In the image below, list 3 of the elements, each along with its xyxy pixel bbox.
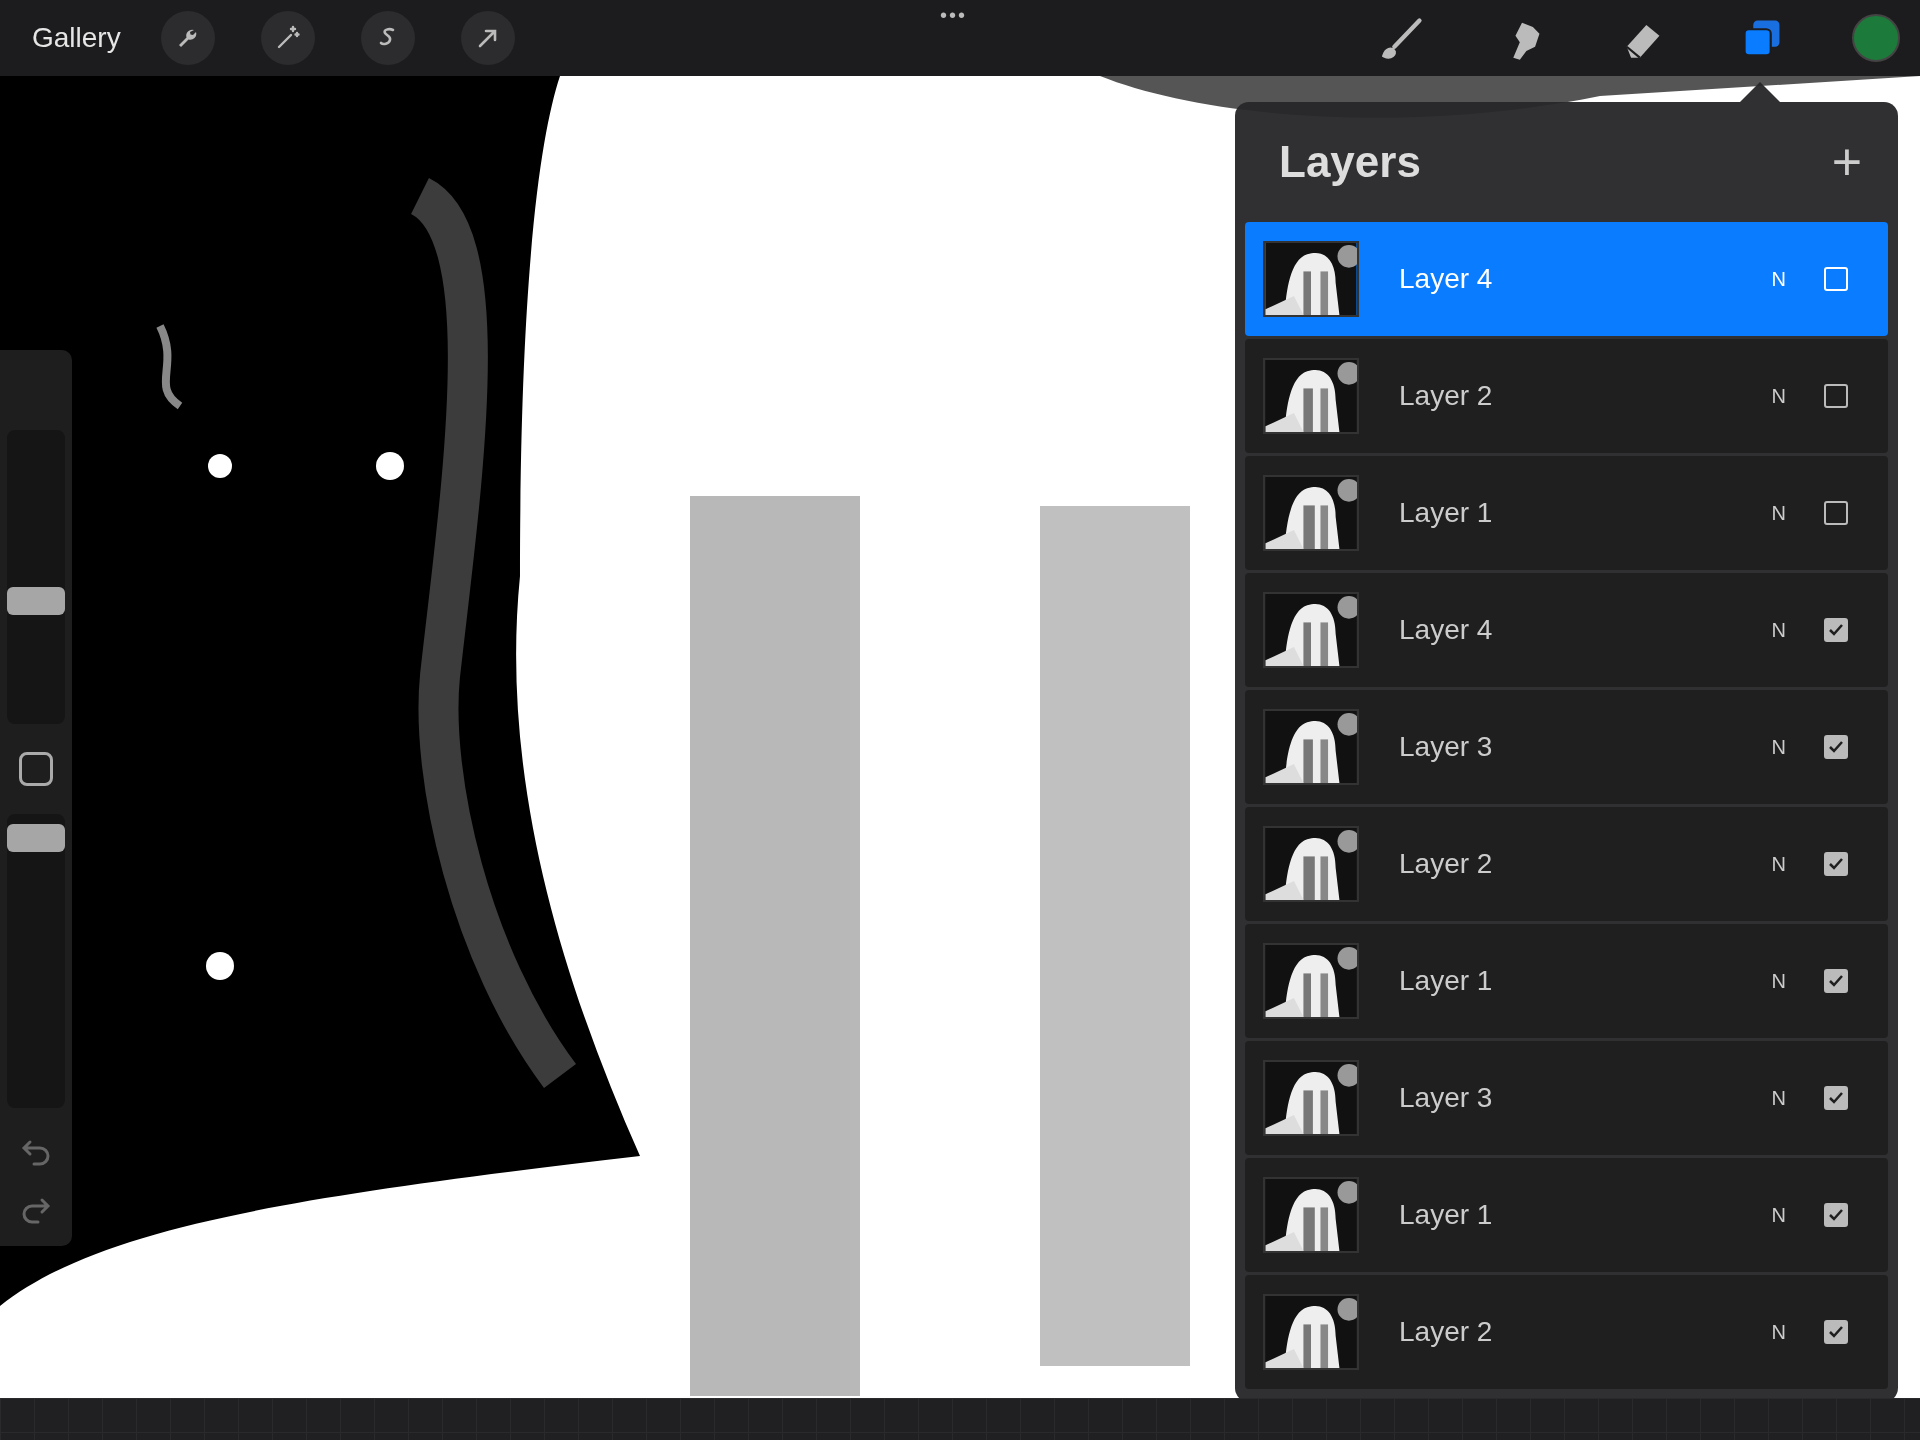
gallery-button[interactable]: Gallery <box>32 17 121 59</box>
more-options-button[interactable]: ••• <box>940 0 967 30</box>
color-swatch[interactable] <box>1852 14 1900 62</box>
